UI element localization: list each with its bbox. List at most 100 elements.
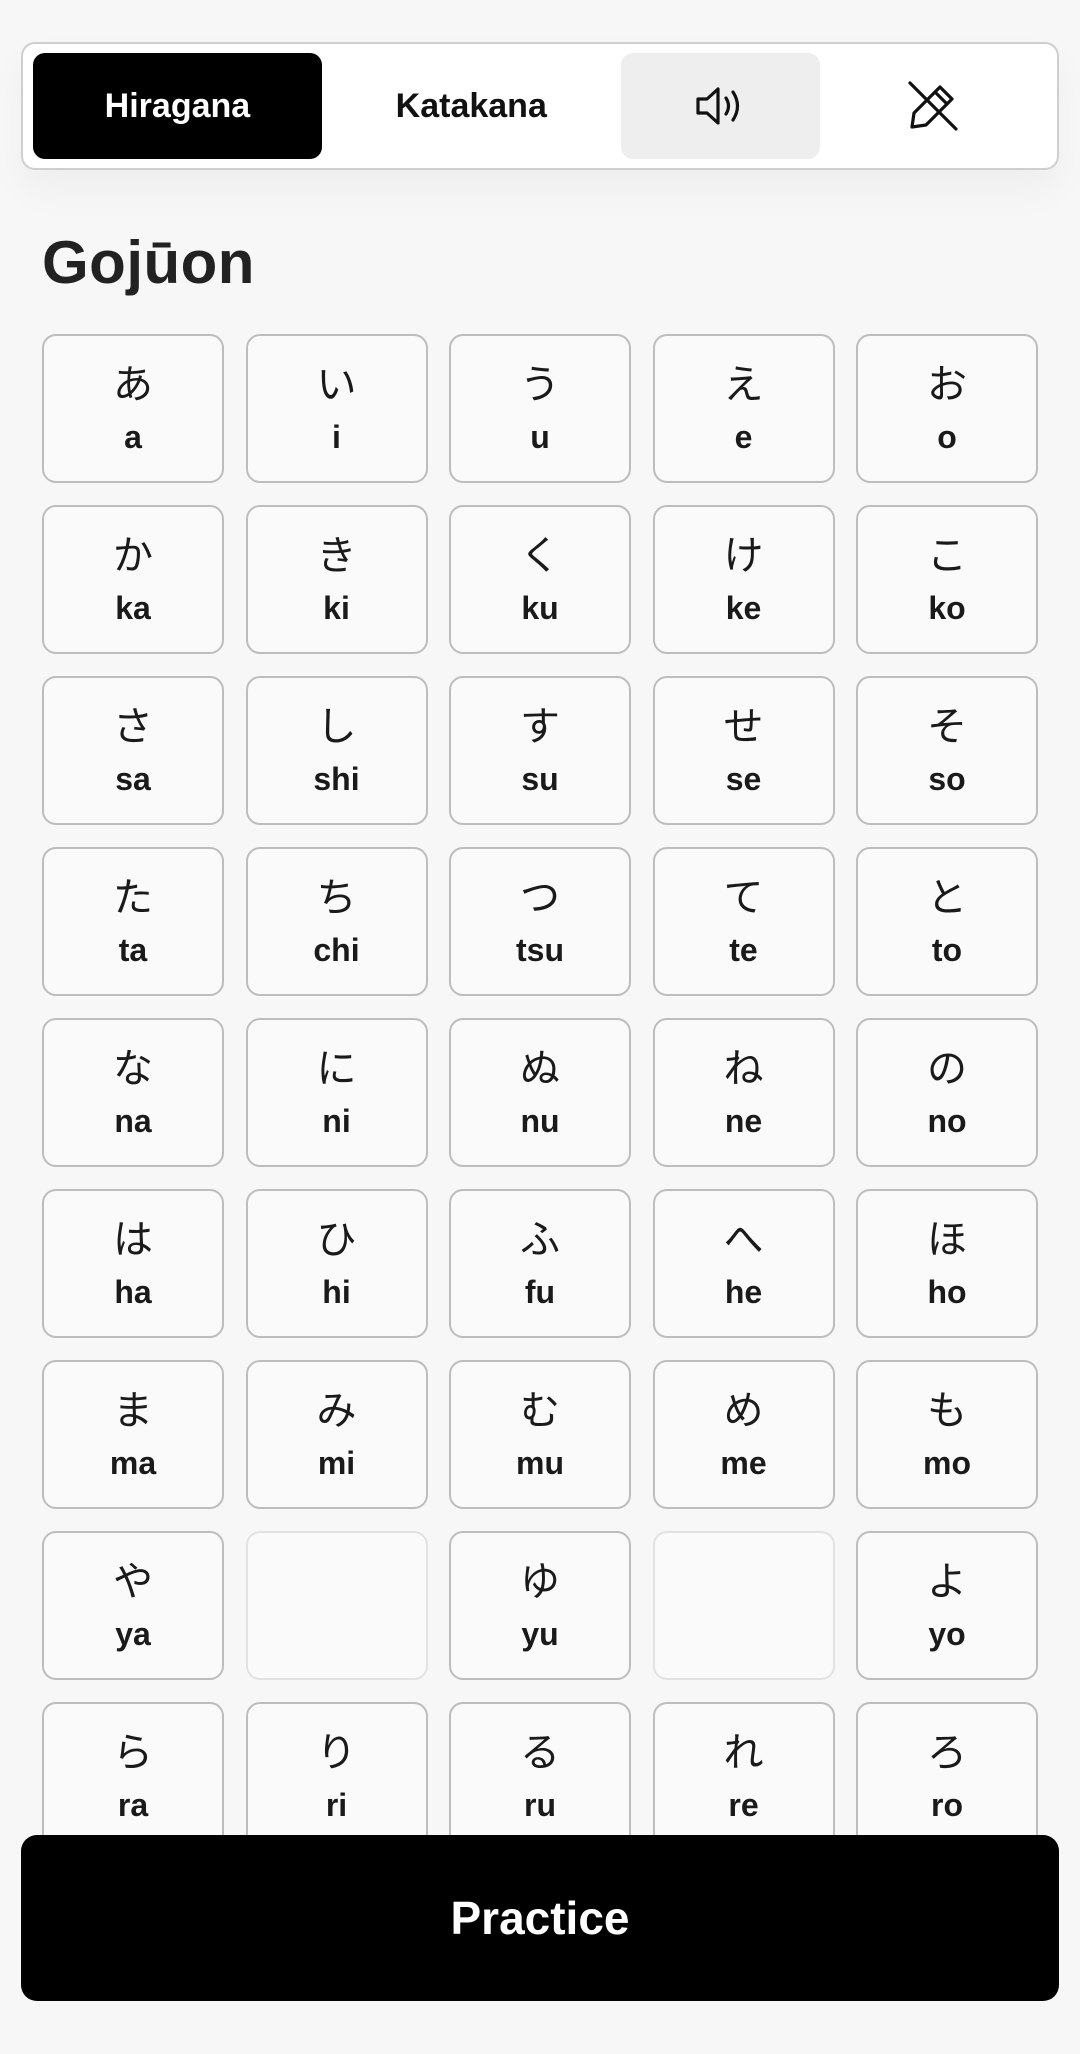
kana-card-me[interactable]: め me: [652, 1360, 835, 1509]
kana-card-chi[interactable]: ち chi: [245, 847, 428, 996]
kana-card-ri[interactable]: り ri: [245, 1702, 428, 1851]
kana-character: さ: [113, 703, 153, 750]
kana-card-ku[interactable]: く ku: [449, 505, 631, 654]
kana-card-su[interactable]: す su: [449, 676, 631, 825]
sound-toggle-button[interactable]: [620, 53, 820, 159]
kana-card-ha[interactable]: は ha: [42, 1189, 224, 1338]
romaji-label: mu: [516, 1444, 564, 1481]
kana-card-ka[interactable]: か ka: [42, 505, 224, 654]
kana-card-fu[interactable]: ふ fu: [449, 1189, 631, 1338]
kana-character: た: [113, 874, 153, 921]
kana-grid: あ a い i う u え e お o か ka き ki く ku け ke こ ko さ sa し shi す su せ se そ s…: [42, 334, 1038, 1851]
kana-card-sa[interactable]: さ sa: [42, 676, 224, 825]
romaji-label: o: [937, 418, 957, 455]
kana-card-mu[interactable]: む mu: [449, 1360, 631, 1509]
kana-character: ひ: [316, 1216, 357, 1263]
romaji-label: me: [720, 1444, 767, 1481]
romaji-label: ku: [521, 589, 559, 626]
empty-kana-card: [652, 1531, 835, 1680]
kana-character: こ: [927, 532, 967, 579]
kana-card-hi[interactable]: ひ hi: [245, 1189, 428, 1338]
kana-card-ro[interactable]: ろ ro: [856, 1702, 1038, 1851]
kana-character: い: [316, 361, 357, 408]
romaji-label: te: [729, 931, 758, 968]
romaji-label: ha: [114, 1273, 152, 1310]
kana-card-mi[interactable]: み mi: [245, 1360, 428, 1509]
kana-chart-screen: Hiragana Katakana Gojūon あaいiうuえeおoかka き…: [0, 0, 1080, 2054]
romaji-label: na: [114, 1102, 152, 1139]
kana-character: や: [113, 1558, 153, 1605]
kana-character: に: [316, 1045, 357, 1092]
kana-card-ta[interactable]: た ta: [42, 847, 224, 996]
kana-card-yu[interactable]: ゆ yu: [449, 1531, 631, 1680]
kana-card-ru[interactable]: る ru: [449, 1702, 631, 1851]
section-title: Gojūon: [42, 229, 255, 296]
kana-card-te[interactable]: て te: [652, 847, 835, 996]
romaji-label: chi: [313, 931, 360, 968]
kana-card-re[interactable]: れ re: [652, 1702, 835, 1851]
kana-card-i[interactable]: いi: [245, 334, 428, 483]
kana-character: そ: [927, 703, 967, 750]
kana-card-shi[interactable]: し shi: [245, 676, 428, 825]
kana-card-a[interactable]: あa: [42, 334, 224, 483]
kana-character: す: [520, 703, 560, 750]
kana-character: し: [316, 703, 357, 750]
kana-card-ko[interactable]: こ ko: [856, 505, 1038, 654]
kana-character: ぬ: [520, 1045, 560, 1092]
romaji-label: tsu: [516, 931, 564, 968]
romaji-label: i: [332, 418, 341, 455]
kana-card-ra[interactable]: ら ra: [42, 1702, 224, 1851]
kana-card-ne[interactable]: ね ne: [652, 1018, 835, 1167]
kana-character: れ: [723, 1729, 764, 1776]
kana-card-na[interactable]: な na: [42, 1018, 224, 1167]
romaji-label: ke: [725, 589, 762, 626]
kana-card-ho[interactable]: ほ ho: [856, 1189, 1038, 1338]
kana-character: せ: [723, 703, 764, 750]
romaji-label: ta: [118, 931, 148, 968]
kana-card-to[interactable]: と to: [856, 847, 1038, 996]
kana-card-ki[interactable]: き ki: [245, 505, 428, 654]
kana-character: つ: [520, 874, 560, 921]
romaji-label: ko: [928, 589, 966, 626]
tab-katakana[interactable]: Katakana: [322, 53, 621, 159]
kana-card-he[interactable]: へ he: [652, 1189, 835, 1338]
kana-card-tsu[interactable]: つ tsu: [449, 847, 631, 996]
kana-character: み: [316, 1387, 357, 1434]
kana-character: ふ: [520, 1216, 560, 1263]
speaker-icon: [694, 84, 746, 128]
kana-character: ら: [113, 1729, 153, 1776]
kana-character: か: [113, 532, 153, 579]
stroke-toggle-button[interactable]: [820, 53, 1047, 159]
romaji-label: ri: [325, 1786, 348, 1823]
romaji-label: mo: [923, 1444, 971, 1481]
kana-card-o[interactable]: おo: [856, 334, 1038, 483]
kana-card-ke[interactable]: け ke: [652, 505, 835, 654]
kana-character: ま: [113, 1387, 153, 1434]
romaji-label: ne: [724, 1102, 763, 1139]
script-toggle-bar: Hiragana Katakana: [21, 42, 1059, 170]
romaji-label: so: [928, 760, 966, 797]
kana-character: な: [113, 1045, 153, 1092]
kana-card-yo[interactable]: よ yo: [856, 1531, 1038, 1680]
kana-card-e[interactable]: えe: [652, 334, 835, 483]
romaji-label: re: [728, 1786, 759, 1823]
kana-card-ma[interactable]: ま ma: [42, 1360, 224, 1509]
kana-card-nu[interactable]: ぬ nu: [449, 1018, 631, 1167]
kana-card-ya[interactable]: や ya: [42, 1531, 224, 1680]
kana-character: る: [520, 1729, 560, 1776]
romaji-label: ni: [322, 1102, 351, 1139]
kana-character: う: [520, 361, 560, 408]
romaji-label: yu: [521, 1615, 559, 1652]
practice-button[interactable]: Practice: [21, 1835, 1059, 2001]
kana-character: め: [723, 1387, 764, 1434]
kana-card-ni[interactable]: に ni: [245, 1018, 428, 1167]
kana-character: は: [113, 1216, 153, 1263]
kana-character: む: [520, 1387, 560, 1434]
kana-card-no[interactable]: の no: [856, 1018, 1038, 1167]
kana-card-so[interactable]: そ so: [856, 676, 1038, 825]
kana-card-u[interactable]: うu: [449, 334, 631, 483]
kana-card-se[interactable]: せ se: [652, 676, 835, 825]
kana-character: よ: [927, 1558, 967, 1605]
kana-card-mo[interactable]: も mo: [856, 1360, 1038, 1509]
tab-hiragana[interactable]: Hiragana: [33, 53, 322, 159]
